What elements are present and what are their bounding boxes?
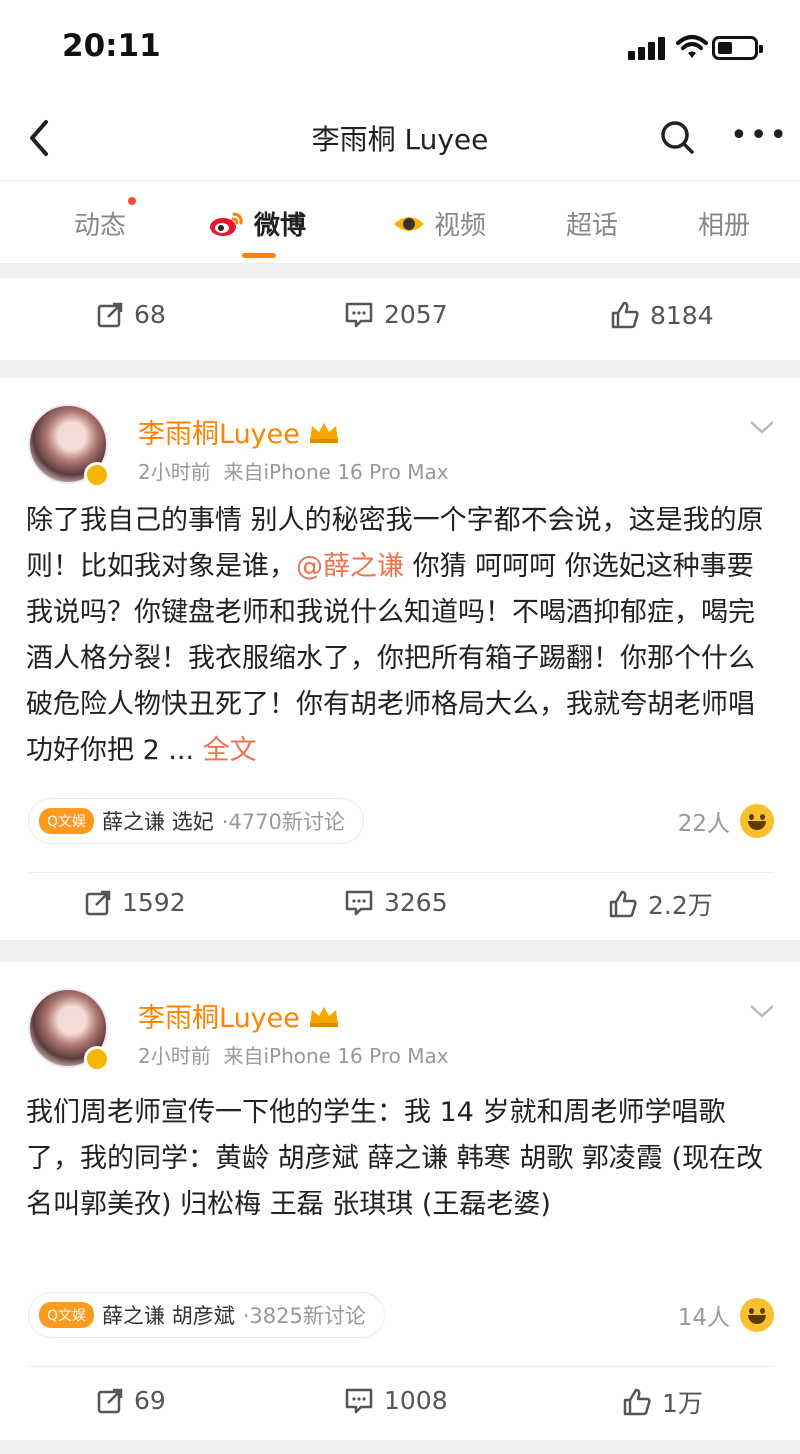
prev-post-actions: 68 2057 8184	[0, 278, 800, 360]
comment-icon	[345, 302, 373, 327]
crown-icon	[309, 1006, 338, 1027]
comment-button[interactable]: 2057	[344, 300, 448, 329]
video-icon	[394, 216, 424, 231]
comment-icon	[345, 1388, 373, 1413]
post-card[interactable]: 李雨桐Luyee 2小时前 来自iPhone 16 Pro Max 我们周老师宣…	[0, 962, 800, 1440]
like-button[interactable]: 1万	[622, 1384, 703, 1420]
post-text: 我们周老师宣传一下他的学生：我 14 岁就和周老师学唱歌了，我的同学：黄龄 胡彦…	[26, 1097, 764, 1220]
repost-count: 1592	[122, 888, 186, 917]
post-time: 2小时前	[138, 1044, 211, 1068]
tab-label: 微博	[254, 211, 307, 241]
wifi-icon	[676, 35, 708, 58]
tab-album[interactable]: 相册	[698, 205, 750, 242]
tab-label: 超话	[566, 211, 619, 241]
topic-pill[interactable]: Q文娱 薛之谦 选妃 ·4770新讨论	[28, 798, 364, 844]
post-time: 2小时前	[138, 460, 211, 484]
topic-tag: Q文娱	[39, 808, 95, 834]
like-count: 2.2万	[648, 891, 713, 920]
like-count: 8184	[650, 300, 714, 330]
tab-dynamic[interactable]: 动态	[74, 197, 137, 242]
search-icon[interactable]	[658, 118, 698, 158]
notification-dot	[128, 197, 137, 205]
author-name-text: 李雨桐Luyee	[138, 419, 300, 450]
author-name[interactable]: 李雨桐Luyee	[138, 412, 340, 451]
comment-icon	[345, 890, 373, 915]
laugh-emoji-icon	[740, 1298, 774, 1332]
repost-icon	[85, 890, 111, 915]
repost-button[interactable]: 69	[96, 1386, 166, 1415]
repost-icon	[97, 1388, 123, 1413]
topic-pill[interactable]: Q文娱 薛之谦 胡彦斌 ·3825新讨论	[28, 1292, 385, 1338]
comment-count: 1008	[384, 1386, 448, 1415]
post-source: 来自iPhone 16 Pro Max	[223, 1044, 449, 1068]
verified-badge-icon	[84, 1046, 110, 1072]
post-meta: 2小时前 来自iPhone 16 Pro Max	[138, 1040, 449, 1069]
laugh-emoji-icon	[740, 804, 774, 838]
like-icon	[609, 890, 637, 918]
chevron-down-icon[interactable]	[748, 418, 776, 436]
verified-badge-icon	[84, 462, 110, 488]
comment-button[interactable]: 1008	[344, 1386, 448, 1415]
repost-icon	[97, 302, 123, 327]
tab-video[interactable]: 视频	[392, 205, 486, 242]
topic-count: ·3825新讨论	[242, 1304, 366, 1328]
likers-count: 22人	[677, 811, 730, 837]
repost-button[interactable]: 68	[96, 300, 166, 329]
likers-summary[interactable]: 22人	[678, 804, 774, 838]
tab-label: 动态	[74, 211, 127, 241]
active-tab-indicator	[242, 253, 276, 258]
likers-count: 14人	[677, 1305, 730, 1331]
repost-button[interactable]: 1592	[84, 888, 186, 917]
author-name-text: 李雨桐Luyee	[138, 1003, 300, 1034]
like-count: 1万	[662, 1389, 703, 1418]
status-bar: 20:11	[0, 0, 800, 100]
weibo-icon	[210, 212, 243, 236]
more-icon[interactable]: •••	[730, 121, 789, 151]
read-more-link[interactable]: 全文	[203, 735, 257, 766]
topic-name: 薛之谦 胡彦斌	[102, 1304, 235, 1328]
status-time: 20:11	[62, 28, 161, 64]
topic-tag: Q文娱	[39, 1302, 95, 1328]
author-name[interactable]: 李雨桐Luyee	[138, 996, 340, 1035]
post-card[interactable]: 李雨桐Luyee 2小时前 来自iPhone 16 Pro Max 除了我自己的…	[0, 378, 800, 940]
repost-count: 69	[134, 1386, 166, 1415]
like-icon	[623, 1388, 651, 1416]
divider	[26, 872, 774, 873]
topic-count: ·4770新讨论	[221, 810, 345, 834]
divider	[26, 1366, 774, 1367]
likers-summary[interactable]: 14人	[678, 1298, 774, 1332]
topic-name: 薛之谦 选妃	[102, 810, 214, 834]
tab-label: 相册	[698, 211, 751, 241]
crown-icon	[309, 422, 338, 443]
battery-icon	[712, 36, 763, 60]
chevron-down-icon[interactable]	[748, 1002, 776, 1020]
post-text-part: 你猜 呵呵呵 你选妃这种事要我说吗？你键盘老师和我说什么知道吗！不喝酒抑郁症，喝…	[26, 551, 755, 766]
comment-button[interactable]: 3265	[344, 888, 448, 917]
profile-tab-bar: 动态 微博 视频 超话 相册	[0, 180, 800, 264]
comment-count: 2057	[384, 300, 448, 329]
post-meta: 2小时前 来自iPhone 16 Pro Max	[138, 456, 449, 485]
tab-weibo[interactable]: 微博	[208, 205, 306, 242]
mention-link[interactable]: @薛之谦	[296, 551, 404, 582]
signal-icon	[628, 36, 668, 60]
like-icon	[611, 301, 639, 329]
like-button[interactable]: 8184	[610, 300, 714, 330]
tab-label: 视频	[434, 211, 487, 241]
post-source: 来自iPhone 16 Pro Max	[223, 460, 449, 484]
repost-count: 68	[134, 300, 166, 329]
like-button[interactable]: 2.2万	[608, 886, 713, 922]
comment-count: 3265	[384, 888, 448, 917]
nav-bar: 李雨桐 Luyee •••	[0, 100, 800, 180]
tab-super-topic[interactable]: 超话	[566, 205, 618, 242]
post-text: 除了我自己的事情 别人的秘密我一个字都不会说，这是我的原则！比如我对象是谁，@薛…	[26, 498, 778, 774]
